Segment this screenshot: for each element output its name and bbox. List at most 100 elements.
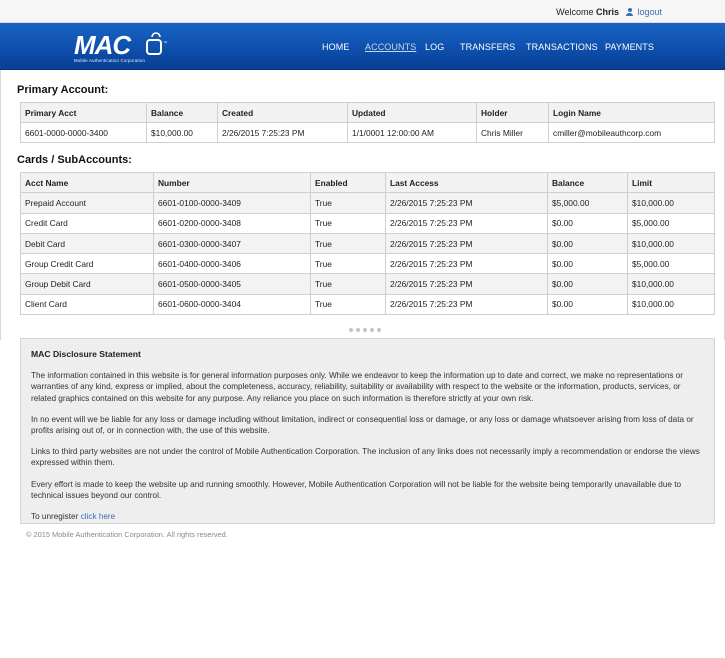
limit-cell: $5,000.00 xyxy=(627,212,715,234)
divider-dot xyxy=(363,328,367,332)
section-divider-dots xyxy=(349,324,384,334)
main-navbar: MAC ™ Mobile Authentication Corporation … xyxy=(0,23,725,70)
primary-nav: HOME ACCOUNTS LOG TRANSFERS TRANSACTIONS… xyxy=(0,42,725,54)
table-row[interactable]: Client Card 6601-0600-0000-3404 True 2/2… xyxy=(20,293,715,316)
limit-cell: $10,000.00 xyxy=(627,232,715,255)
limit-cell: $10,000.00 xyxy=(627,192,715,214)
divider-dot xyxy=(356,328,360,332)
col-created: Created xyxy=(217,102,348,123)
table-header-row: Primary Acct Balance Created Updated Hol… xyxy=(20,102,715,123)
col-enabled: Enabled xyxy=(310,171,386,194)
primary-acct-cell: 6601-0000-0000-3400 xyxy=(20,122,147,143)
nav-transfers[interactable]: TRANSFERS xyxy=(460,42,515,52)
number-cell: 6601-0100-0000-3409 xyxy=(153,192,311,214)
enabled-cell: True xyxy=(310,253,386,275)
balance-cell: $0.00 xyxy=(547,253,628,275)
disclosure-panel: MAC Disclosure Statement The information… xyxy=(20,338,715,524)
balance-cell: $0.00 xyxy=(547,293,628,316)
last-access-cell: 2/26/2015 7:25:23 PM xyxy=(385,253,548,275)
number-cell: 6601-0500-0000-3405 xyxy=(153,273,311,295)
subaccounts-table: Acct Name Number Enabled Last Access Bal… xyxy=(20,171,715,316)
last-access-cell: 2/26/2015 7:25:23 PM xyxy=(385,212,548,234)
divider-dot xyxy=(377,328,381,332)
welcome-prefix: Welcome xyxy=(556,7,594,17)
disclosure-paragraph: Every effort is made to keep the website… xyxy=(31,479,682,500)
balance-cell: $5,000.00 xyxy=(547,192,628,214)
signal-icon xyxy=(151,32,161,38)
disclosure-paragraph: Links to third party websites are not un… xyxy=(31,447,700,468)
acct-name-cell: Credit Card xyxy=(20,212,154,234)
last-access-cell: 2/26/2015 7:25:23 PM xyxy=(385,192,548,214)
limit-cell: $10,000.00 xyxy=(627,293,715,316)
nav-transactions[interactable]: TRANSACTIONS xyxy=(526,42,598,52)
number-cell: 6601-0200-0000-3408 xyxy=(153,212,311,234)
updated-cell: 1/1/0001 12:00:00 AM xyxy=(347,122,477,143)
balance-cell: $0.00 xyxy=(547,273,628,295)
enabled-cell: True xyxy=(310,232,386,255)
col-last-access: Last Access xyxy=(385,171,548,194)
primary-account-title: Primary Account: xyxy=(17,84,109,96)
acct-name-cell: Group Debit Card xyxy=(20,273,154,295)
user-icon xyxy=(626,8,634,16)
limit-cell: $10,000.00 xyxy=(627,273,715,295)
enabled-cell: True xyxy=(310,293,386,316)
limit-cell: $5,000.00 xyxy=(627,253,715,275)
table-row[interactable]: Group Debit Card 6601-0500-0000-3405 Tru… xyxy=(20,273,715,295)
table-row[interactable]: Prepaid Account 6601-0100-0000-3409 True… xyxy=(20,192,715,214)
table-header-row: Acct Name Number Enabled Last Access Bal… xyxy=(20,171,715,194)
table-row[interactable]: Credit Card 6601-0200-0000-3408 True 2/2… xyxy=(20,212,715,234)
nav-accounts[interactable]: ACCOUNTS xyxy=(365,42,416,52)
acct-name-cell: Debit Card xyxy=(20,232,154,255)
table-row: 6601-0000-0000-3400 $10,000.00 2/26/2015… xyxy=(20,122,715,143)
unregister-prefix: To unregister xyxy=(31,512,79,522)
primary-account-table: Primary Acct Balance Created Updated Hol… xyxy=(20,102,715,143)
col-updated: Updated xyxy=(347,102,477,123)
copyright-footer: © 2015 Mobile Authentication Corporation… xyxy=(26,530,228,539)
holder-cell: Chris Miller xyxy=(476,122,549,143)
balance-cell: $0.00 xyxy=(547,232,628,255)
disclosure-title: MAC Disclosure Statement xyxy=(31,349,141,359)
last-access-cell: 2/26/2015 7:25:23 PM xyxy=(385,273,548,295)
number-cell: 6601-0600-0000-3404 xyxy=(153,293,311,316)
nav-log[interactable]: LOG xyxy=(425,42,444,52)
acct-name-cell: Prepaid Account xyxy=(20,192,154,214)
balance-cell: $0.00 xyxy=(547,212,628,234)
enabled-cell: True xyxy=(310,192,386,214)
logo-subtitle: Mobile Authentication Corporation xyxy=(74,58,146,63)
disclosure-paragraph: In no event will we be liable for any lo… xyxy=(31,414,694,436)
col-balance: Balance xyxy=(547,171,628,194)
enabled-cell: True xyxy=(310,273,386,295)
nav-payments[interactable]: PAYMENTS xyxy=(605,42,654,52)
number-cell: 6601-0400-0000-3406 xyxy=(153,253,311,275)
col-login-name: Login Name xyxy=(548,102,715,123)
nav-home[interactable]: HOME xyxy=(322,42,349,52)
disclosure-paragraph: The information contained in this websit… xyxy=(31,371,684,403)
acct-name-cell: Client Card xyxy=(20,293,154,316)
enabled-cell: True xyxy=(310,212,386,234)
number-cell: 6601-0300-0000-3407 xyxy=(153,232,311,255)
login-name-cell: cmiller@mobileauthcorp.com xyxy=(548,122,715,143)
table-row[interactable]: Debit Card 6601-0300-0000-3407 True 2/26… xyxy=(20,232,715,255)
col-number: Number xyxy=(153,171,311,194)
divider-dot xyxy=(349,328,353,332)
col-primary-acct: Primary Acct xyxy=(20,102,147,123)
table-row[interactable]: Group Credit Card 6601-0400-0000-3406 Tr… xyxy=(20,253,715,275)
created-cell: 2/26/2015 7:25:23 PM xyxy=(217,122,348,143)
logout-link[interactable]: logout xyxy=(626,7,662,17)
user-name: Chris xyxy=(595,7,619,17)
top-bar: Welcome Chris logout xyxy=(0,0,725,23)
col-holder: Holder xyxy=(476,102,549,123)
last-access-cell: 2/26/2015 7:25:23 PM xyxy=(385,232,548,255)
col-acct-name: Acct Name xyxy=(20,171,154,194)
balance-cell: $10,000.00 xyxy=(146,122,218,143)
unregister-line: To unregister click here xyxy=(31,511,704,522)
cards-title: Cards / SubAccounts: xyxy=(17,154,132,166)
col-limit: Limit xyxy=(627,171,715,194)
divider-dot xyxy=(370,328,374,332)
logout-label: logout xyxy=(637,7,662,17)
welcome-text: Welcome Chris xyxy=(556,7,619,17)
acct-name-cell: Group Credit Card xyxy=(20,253,154,275)
last-access-cell: 2/26/2015 7:25:23 PM xyxy=(385,293,548,316)
unregister-link[interactable]: click here xyxy=(81,512,116,521)
col-balance: Balance xyxy=(146,102,218,123)
